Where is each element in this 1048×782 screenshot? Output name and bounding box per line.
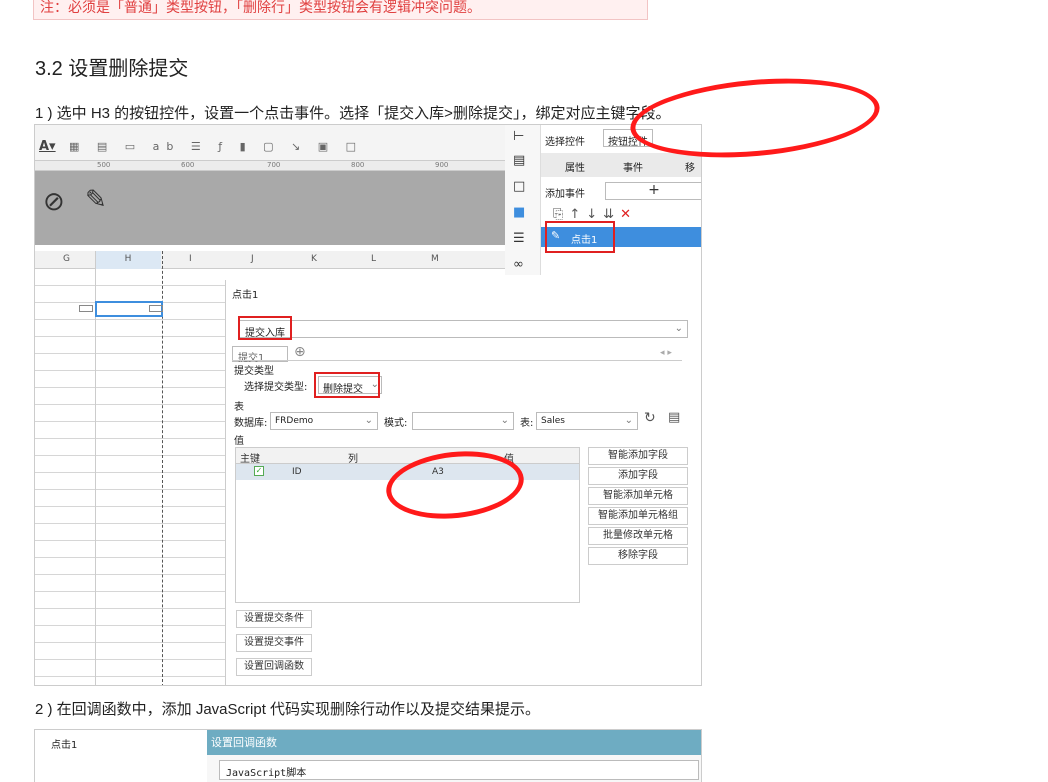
table-label: 表: — [520, 418, 534, 429]
event-action-icons[interactable]: ⎘↑↓⇊✕ — [553, 207, 637, 222]
section-title: 3.2 设置删除提交 — [35, 58, 189, 80]
table-section: 表 — [234, 402, 244, 413]
active-widget-icon[interactable]: ■ — [513, 205, 525, 220]
pencil-icon[interactable]: ✎ — [85, 185, 107, 215]
widget-icon[interactable]: ⊢ — [513, 129, 524, 144]
column-header: G H I J K L M — [35, 251, 505, 269]
ruler-mark: 500 — [97, 161, 111, 169]
primary-key-checkbox[interactable]: ✓ — [254, 466, 264, 476]
highlight-box — [314, 372, 380, 398]
toolbar-icons[interactable]: ▦ ▤ ▭ ab ☰ ƒ ▮ ▢ ↘ ▣ □ — [69, 140, 363, 153]
submit-type-label: 选择提交类型: — [244, 382, 308, 393]
tab-move[interactable]: 移 — [685, 159, 695, 174]
remove-field-button[interactable]: 移除字段 — [588, 547, 688, 565]
column-label: L — [371, 254, 377, 264]
batch-modify-cell-button[interactable]: 批量修改单元格 — [588, 527, 688, 545]
form-canvas: ⊘ ✎ — [35, 171, 505, 245]
table-select[interactable]: Sales ⌄ — [536, 412, 638, 430]
add-tab-icon[interactable]: ⊕ — [294, 344, 306, 360]
db-label: 数据库: — [234, 418, 268, 429]
ruler-mark: 600 — [181, 161, 195, 169]
event-title: 点击1 — [51, 740, 78, 751]
submit-dropdown[interactable]: 提交入库 ⌄ — [238, 320, 688, 339]
db-select[interactable]: FRDemo ⌄ — [270, 412, 378, 430]
smart-add-cell-button[interactable]: 智能添加单元格 — [588, 487, 688, 505]
highlight-box — [545, 221, 615, 253]
cell-property-icon[interactable]: ▤ — [513, 153, 525, 168]
ruler-mark: 800 — [351, 161, 365, 169]
chevron-down-icon: ⌄ — [624, 415, 633, 426]
add-event-label: 添加事件 — [545, 189, 585, 200]
highlight-box — [238, 316, 292, 340]
add-event-dropdown[interactable]: + — [605, 182, 701, 200]
table-value: Sales — [541, 416, 565, 426]
mode-label: 模式: — [384, 418, 408, 429]
delete-icon[interactable]: ✕ — [620, 207, 637, 222]
square-icon[interactable]: □ — [513, 179, 525, 194]
column-label-selected: H — [95, 251, 161, 269]
smart-add-cell-group-button[interactable]: 智能添加单元格组 — [588, 507, 688, 525]
column-label: K — [311, 254, 317, 264]
toolbar: A▾ ▦ ▤ ▭ ab ☰ ƒ ▮ ▢ ↘ ▣ □ — [35, 125, 505, 161]
column-label: M — [431, 254, 439, 264]
ruler-mark: 900 — [435, 161, 449, 169]
ruler: 500 600 700 800 900 — [35, 161, 505, 171]
link-icon[interactable]: ∞ — [513, 257, 524, 272]
ruler-mark: 700 — [267, 161, 281, 169]
chevron-down-icon: ⌄ — [500, 415, 509, 426]
chevron-down-icon: ⌄ — [364, 415, 373, 426]
screenshot-callback-dialog: 点击1 设置回调函数 JavaScript脚本 — [34, 729, 702, 782]
font-color-icon[interactable]: A▾ — [39, 139, 56, 154]
callback-dialog-title: 设置回调函数 — [207, 730, 701, 755]
column-label: I — [189, 254, 192, 264]
divider — [232, 360, 682, 361]
db-value: FRDemo — [275, 416, 314, 426]
screenshot-event-editor: A▾ ▦ ▤ ▭ ab ☰ ƒ ▮ ▢ ↘ ▣ □ 500 600 700 80… — [34, 124, 702, 686]
step-1-text: 1 ) 选中 H3 的按钮控件，设置一个点击事件。选择「提交入库>删除提交」，绑… — [35, 105, 671, 122]
column-label: J — [251, 254, 254, 264]
step-2-text: 2 ) 在回调函数中，添加 JavaScript 代码实现删除行动作以及提交结果… — [35, 701, 541, 718]
tab-properties[interactable]: 属性 — [565, 159, 585, 174]
tab-events[interactable]: 事件 — [623, 159, 643, 174]
set-callback-button[interactable]: 设置回调函数 — [236, 658, 312, 676]
cell-handle — [149, 305, 163, 312]
edit-table-icon[interactable]: ▤ — [668, 410, 680, 425]
warning-note: 注：必须是「普通」类型按钮，「删除行」类型按钮会有逻辑冲突问题。 — [33, 0, 648, 20]
list-icon[interactable]: ☰ — [513, 231, 525, 246]
refresh-icon[interactable]: ↻ — [644, 410, 656, 426]
chevron-down-icon: ⌄ — [674, 323, 683, 334]
header-key: 主键 — [240, 454, 260, 465]
smart-add-field-button[interactable]: 智能添加字段 — [588, 447, 688, 465]
hidden-eye-icon[interactable]: ⊘ — [43, 187, 65, 217]
submit-type-section: 提交类型 — [234, 366, 274, 377]
table-header: 主键 列 值 — [236, 448, 579, 465]
side-icon-bar: ⊢ ▤ □ ■ ☰ ∞ — [505, 125, 541, 275]
tab-nav-arrows[interactable]: ◂ ▸ — [660, 348, 672, 358]
set-submit-event-button[interactable]: 设置提交事件 — [236, 634, 312, 652]
dialog-title: 点击1 — [232, 290, 259, 301]
column-label: G — [63, 254, 70, 264]
header-column: 列 — [348, 454, 358, 465]
set-submit-condition-button[interactable]: 设置提交条件 — [236, 610, 312, 628]
sheet-grid[interactable] — [35, 269, 225, 685]
add-field-button[interactable]: 添加字段 — [588, 467, 688, 485]
cell-handle — [79, 305, 93, 312]
javascript-script-label[interactable]: JavaScript脚本 — [219, 760, 699, 780]
select-widget-label: 选择控件 — [545, 137, 585, 148]
row-column: ID — [292, 467, 302, 477]
value-section: 值 — [234, 436, 244, 447]
mode-select[interactable]: ⌄ — [412, 412, 514, 430]
